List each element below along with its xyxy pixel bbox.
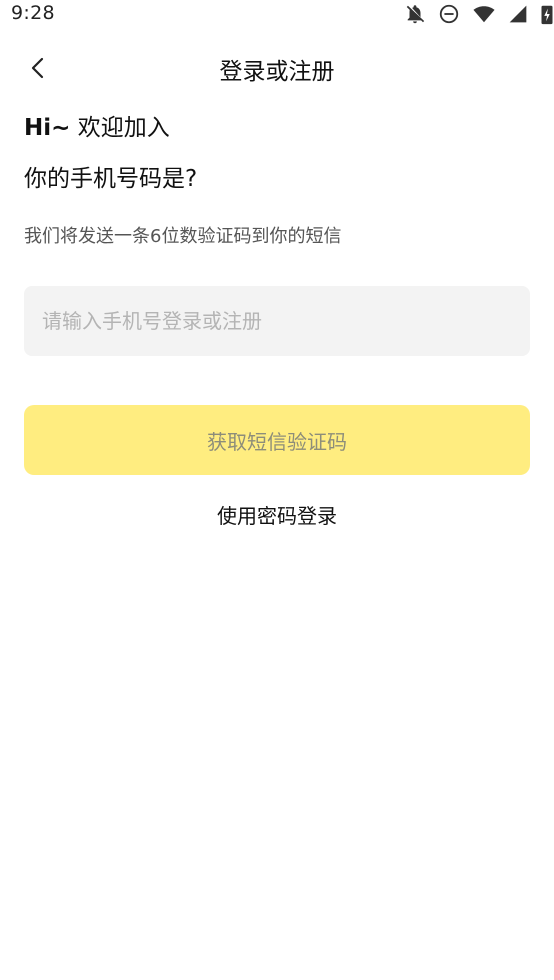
phone-input-container [24, 286, 530, 356]
battery-charging-icon [541, 5, 553, 25]
sms-hint: 我们将发送一条6位数验证码到你的短信 [24, 226, 342, 247]
status-icons [404, 3, 554, 25]
status-time: 9:28 [11, 2, 55, 24]
get-sms-code-button[interactable]: 获取短信验证码 [24, 405, 530, 475]
nav-bar: 登录或注册 [0, 40, 554, 94]
phone-question: 你的手机号码是? [24, 166, 198, 192]
greeting-welcome: 欢迎加入 [70, 115, 170, 141]
password-login-link[interactable]: 使用密码登录 [0, 500, 554, 529]
greeting-hi: Hi~ [24, 115, 71, 141]
bell-off-icon [406, 5, 425, 24]
phone-input[interactable] [24, 286, 530, 356]
greeting: Hi~ 欢迎加入 [24, 108, 170, 142]
wifi-icon [473, 6, 495, 23]
page-title: 登录或注册 [219, 59, 335, 85]
signal-icon [509, 5, 527, 23]
do-not-disturb-icon [439, 4, 459, 24]
status-bar: 9:28 [0, 0, 554, 30]
